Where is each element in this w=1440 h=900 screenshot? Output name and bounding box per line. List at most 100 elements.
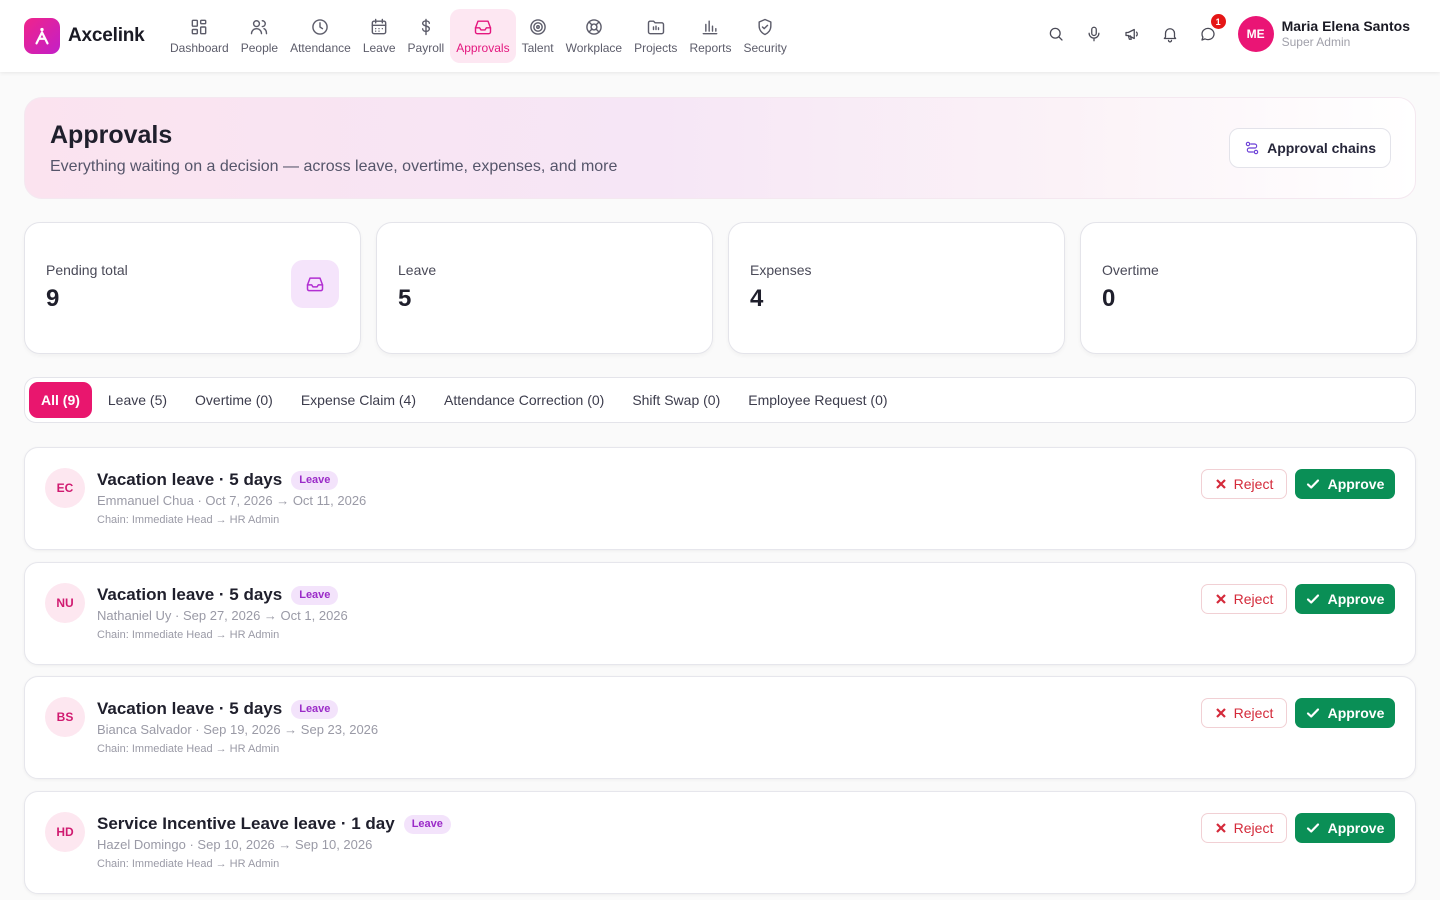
tab-overtime[interactable]: Overtime (0) bbox=[183, 382, 285, 418]
close-icon bbox=[1215, 823, 1226, 833]
reject-label: Reject bbox=[1233, 705, 1274, 721]
approve-label: Approve bbox=[1327, 476, 1385, 492]
nav-label: Approvals bbox=[456, 41, 510, 55]
approve-label: Approve bbox=[1327, 705, 1385, 721]
approve-button[interactable]: Approve bbox=[1295, 813, 1395, 843]
approval-chains-button[interactable]: Approval chains bbox=[1229, 128, 1391, 168]
nav-people[interactable]: People bbox=[235, 9, 284, 63]
check-icon bbox=[1306, 823, 1319, 833]
request-type-badge: Leave bbox=[403, 814, 451, 834]
reject-button[interactable]: Reject bbox=[1201, 584, 1287, 614]
page-subtitle: Everything waiting on a decision — acros… bbox=[50, 158, 618, 175]
nav-dashboard[interactable]: Dashboard bbox=[164, 9, 235, 63]
nav-label: Leave bbox=[362, 41, 396, 55]
requester-avatar: EC bbox=[45, 468, 85, 508]
tab-leave[interactable]: Leave (5) bbox=[96, 382, 179, 418]
stat-label: Leave bbox=[398, 262, 437, 278]
search-icon bbox=[1049, 27, 1063, 41]
reject-label: Reject bbox=[1233, 820, 1274, 836]
nav-payroll[interactable]: Payroll bbox=[402, 9, 451, 63]
axcelink-logo-icon bbox=[24, 18, 60, 54]
stat-label: Pending total bbox=[46, 262, 128, 278]
nav-label: Projects bbox=[634, 41, 678, 55]
nav-workplace[interactable]: Workplace bbox=[560, 9, 628, 63]
announcements-button[interactable] bbox=[1118, 20, 1146, 48]
reject-button[interactable]: Reject bbox=[1201, 469, 1287, 499]
close-icon bbox=[1215, 479, 1226, 489]
stat-card-overtime: Overtime 0 bbox=[1080, 222, 1417, 354]
nav-reports[interactable]: Reports bbox=[683, 9, 737, 63]
stat-label: Overtime bbox=[1102, 262, 1159, 278]
reject-button[interactable]: Reject bbox=[1201, 813, 1287, 843]
reject-button[interactable]: Reject bbox=[1201, 698, 1287, 728]
nav-label: Attendance bbox=[290, 41, 351, 55]
approval-request-card: NU Vacation leave · 5 days Leave Nathani… bbox=[24, 562, 1416, 665]
messages-count-badge: 1 bbox=[1210, 14, 1226, 29]
requester-avatar: NU bbox=[45, 583, 85, 623]
stat-card-leave: Leave 5 bbox=[376, 222, 713, 354]
user-avatar[interactable]: ME bbox=[1237, 16, 1274, 52]
approve-button[interactable]: Approve bbox=[1295, 698, 1395, 728]
approve-button[interactable]: Approve bbox=[1295, 584, 1395, 614]
request-meta: Hazel Domingo · Sep 10, 2026 → Sep 10, 2… bbox=[97, 837, 373, 852]
tab-attendance-correction[interactable]: Attendance Correction (0) bbox=[432, 382, 616, 418]
voice-button[interactable] bbox=[1080, 20, 1108, 48]
tab-employee-request[interactable]: Employee Request (0) bbox=[736, 382, 899, 418]
request-meta: Emmanuel Chua · Oct 7, 2026 → Oct 11, 20… bbox=[97, 493, 367, 508]
request-chain: Chain: Immediate Head → HR Admin bbox=[97, 629, 280, 641]
notifications-button[interactable] bbox=[1156, 20, 1184, 48]
workflow-icon bbox=[1245, 141, 1259, 155]
request-chain: Chain: Immediate Head → HR Admin bbox=[97, 858, 280, 870]
tab-expense-claim[interactable]: Expense Claim (4) bbox=[289, 382, 428, 418]
users-icon bbox=[251, 20, 268, 35]
request-meta: Bianca Salvador · Sep 19, 2026 → Sep 23,… bbox=[97, 722, 379, 737]
request-chain: Chain: Immediate Head → HR Admin bbox=[97, 743, 280, 755]
approval-request-card: BS Vacation leave · 5 days Leave Bianca … bbox=[24, 676, 1416, 779]
stat-card-expenses: Expenses 4 bbox=[728, 222, 1065, 354]
close-icon bbox=[1215, 594, 1226, 604]
nav-label: Security bbox=[743, 41, 787, 55]
reject-label: Reject bbox=[1233, 476, 1274, 492]
nav-label: Reports bbox=[689, 41, 732, 55]
request-title: Vacation leave · 5 days bbox=[97, 585, 283, 604]
request-type-tabs: All (9) Leave (5) Overtime (0) Expense C… bbox=[24, 377, 1416, 423]
app-name: Axcelink bbox=[68, 25, 145, 46]
user-info[interactable]: Maria Elena Santos Super Admin bbox=[1282, 18, 1410, 49]
user-role: Super Admin bbox=[1281, 35, 1351, 50]
brand[interactable]: Axcelink bbox=[24, 18, 145, 54]
request-chain: Chain: Immediate Head → HR Admin bbox=[97, 514, 280, 526]
target-icon bbox=[529, 19, 546, 35]
approval-chains-label: Approval chains bbox=[1267, 140, 1376, 156]
search-button[interactable] bbox=[1042, 20, 1070, 48]
page-header-banner: Approvals Everything waiting on a decisi… bbox=[24, 97, 1416, 199]
nav-leave[interactable]: Leave bbox=[357, 9, 402, 63]
header-actions: 1 ME Maria Elena Santos Super Admin bbox=[1032, 14, 1410, 52]
tab-all[interactable]: All (9) bbox=[29, 382, 92, 418]
approve-label: Approve bbox=[1327, 820, 1385, 836]
approve-label: Approve bbox=[1327, 591, 1385, 607]
inbox-icon bbox=[474, 20, 492, 35]
request-type-badge: Leave bbox=[291, 699, 339, 719]
stat-label: Expenses bbox=[750, 262, 812, 278]
nav-label: Workplace bbox=[565, 41, 623, 55]
folder-icon bbox=[647, 20, 664, 35]
stat-value: 4 bbox=[750, 285, 764, 312]
nav-attendance[interactable]: Attendance bbox=[284, 9, 357, 63]
bell-icon bbox=[1163, 28, 1176, 43]
messages-button[interactable]: 1 bbox=[1194, 14, 1226, 48]
request-meta: Nathaniel Uy · Sep 27, 2026 → Oct 1, 202… bbox=[97, 608, 348, 623]
nav-approvals[interactable]: Approvals bbox=[450, 9, 516, 63]
nav-projects[interactable]: Projects bbox=[628, 9, 683, 63]
nav-label: Talent bbox=[521, 41, 554, 55]
dollar-icon bbox=[421, 18, 430, 36]
requester-avatar: HD bbox=[45, 812, 85, 852]
approve-button[interactable]: Approve bbox=[1295, 469, 1395, 499]
stat-value: 9 bbox=[46, 285, 60, 312]
nav-talent[interactable]: Talent bbox=[516, 9, 560, 63]
stat-value: 0 bbox=[1102, 285, 1116, 312]
tab-shift-swap[interactable]: Shift Swap (0) bbox=[620, 382, 732, 418]
nav-security[interactable]: Security bbox=[737, 9, 792, 63]
clock-icon bbox=[312, 19, 329, 35]
megaphone-icon bbox=[1124, 28, 1138, 40]
request-type-badge: Leave bbox=[291, 470, 339, 490]
